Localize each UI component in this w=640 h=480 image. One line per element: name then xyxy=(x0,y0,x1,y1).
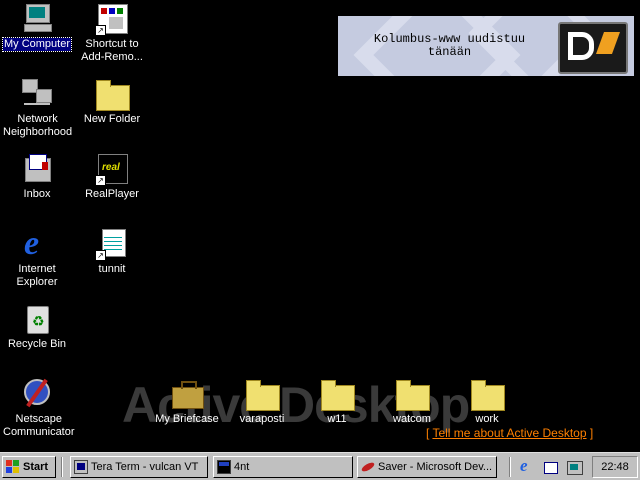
desktop-icon-watcom[interactable]: watcom xyxy=(377,377,447,426)
desktop-icon-realplayer[interactable]: real ↗ RealPlayer xyxy=(77,152,147,201)
windows-logo-icon xyxy=(6,460,20,474)
task-4nt[interactable]: 4nt xyxy=(213,456,353,478)
developer-studio-icon xyxy=(360,460,376,474)
desktop-icon-new-folder[interactable]: New Folder xyxy=(77,77,147,126)
tell-me-link[interactable]: Tell me about Active Desktop xyxy=(432,426,586,440)
desktop-icon-varaposti[interactable]: varaposti xyxy=(227,377,297,426)
taskbar: Start Tera Term - vulcan VT 4nt Saver - … xyxy=(0,452,640,480)
start-button[interactable]: Start xyxy=(2,456,56,478)
dna-logo-icon xyxy=(558,22,628,74)
desktop-icon-work[interactable]: work xyxy=(452,377,522,426)
show-desktop-icon[interactable] xyxy=(566,459,583,475)
internet-explorer-icon[interactable]: e xyxy=(518,456,534,475)
system-tray-clock[interactable]: 22:48 xyxy=(592,456,638,478)
desktop-icon-my-briefcase[interactable]: My Briefcase xyxy=(152,377,222,426)
desktop-icon-my-computer[interactable]: My Computer xyxy=(1,2,73,52)
folder-icon xyxy=(245,377,280,411)
desktop-icon-recycle-bin[interactable]: ♻ Recycle Bin xyxy=(2,302,72,351)
desktop-icon-netscape[interactable]: Netscape Communicator xyxy=(2,377,75,439)
task-saver-developer-studio[interactable]: Saver - Microsoft Dev... xyxy=(357,456,497,478)
briefcase-icon xyxy=(170,377,204,411)
folder-icon xyxy=(320,377,355,411)
notepad-document-icon: ↗ xyxy=(95,227,129,261)
folder-icon xyxy=(395,377,430,411)
tera-term-icon xyxy=(74,460,88,474)
realplayer-icon: real ↗ xyxy=(95,152,129,186)
internet-explorer-icon: e xyxy=(24,225,40,262)
banner-text: Kolumbus-www uudistuu tänään xyxy=(373,32,526,59)
active-desktop-banner[interactable]: Kolumbus-www uudistuu tänään xyxy=(338,16,634,76)
my-computer-icon xyxy=(20,2,54,36)
recycle-bin-icon: ♻ xyxy=(20,302,54,336)
desktop-icon-internet-explorer[interactable]: e Internet Explorer xyxy=(2,227,72,289)
folder-icon xyxy=(95,77,130,111)
inbox-icon xyxy=(20,152,54,186)
desktop-icon-inbox[interactable]: Inbox xyxy=(2,152,72,201)
add-remove-programs-icon: ↗ xyxy=(95,2,129,36)
network-neighborhood-icon xyxy=(20,77,54,111)
desktop-icon-add-remove-programs[interactable]: ↗ Shortcut to Add-Remo... xyxy=(77,2,147,64)
tell-me-about-active-desktop: [ Tell me about Active Desktop ] xyxy=(426,426,594,440)
folder-icon xyxy=(470,377,505,411)
desktop-icon-network-neighborhood[interactable]: Network Neighborhood xyxy=(2,77,72,139)
outlook-express-icon[interactable] xyxy=(542,459,558,475)
4nt-console-icon xyxy=(217,460,231,474)
netscape-icon xyxy=(20,377,54,411)
desktop-icon-w11[interactable]: w11 xyxy=(302,377,372,426)
task-tera-term[interactable]: Tera Term - vulcan VT xyxy=(70,456,208,478)
desktop-icon-tunnit[interactable]: ↗ tunnit xyxy=(77,227,147,276)
